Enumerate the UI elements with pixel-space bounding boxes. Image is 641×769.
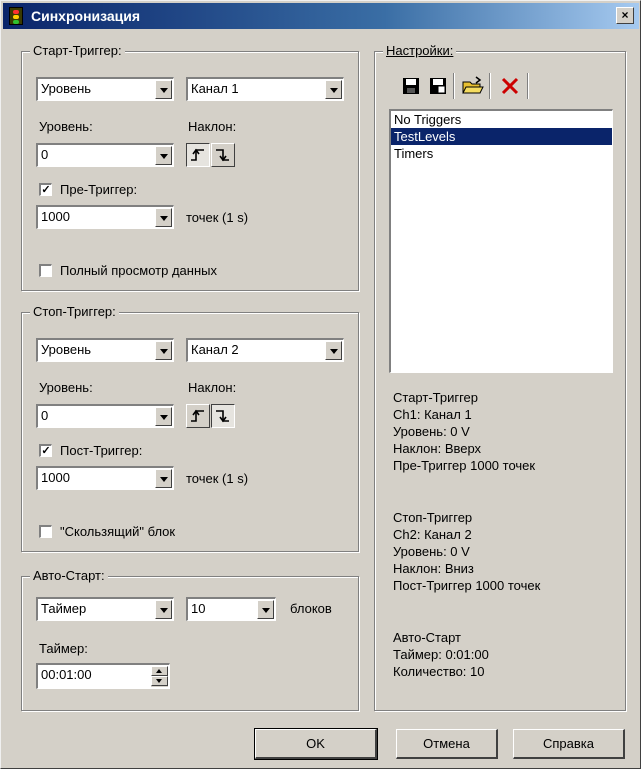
start-level-label: Уровень:: [39, 119, 93, 134]
blocks-count-select[interactable]: 10: [186, 597, 276, 621]
sync-dialog: Синхронизация × Старт-Триггер: Уровень К…: [0, 0, 641, 769]
stop-channel-select[interactable]: Канал 2: [186, 338, 344, 362]
chevron-down-icon[interactable]: [155, 407, 172, 426]
rising-edge-icon: [191, 409, 204, 422]
chevron-down-icon[interactable]: [155, 208, 172, 227]
close-icon: ×: [621, 8, 629, 22]
save-as-icon: [430, 78, 446, 94]
chevron-down-icon[interactable]: [325, 80, 342, 99]
timer-spinner[interactable]: [151, 666, 168, 687]
list-item-selected[interactable]: TestLevels: [391, 128, 612, 145]
ok-button[interactable]: OK: [254, 728, 378, 760]
chevron-down-icon[interactable]: [155, 469, 172, 488]
list-item[interactable]: Timers: [391, 145, 612, 162]
spin-up-icon[interactable]: [151, 666, 168, 676]
list-item[interactable]: No Triggers: [391, 111, 612, 128]
blocks-label: блоков: [290, 601, 332, 616]
stop-slope-label: Наклон:: [188, 380, 237, 395]
title-bar: Синхронизация ×: [3, 3, 639, 29]
start-mode-select[interactable]: Уровень: [36, 77, 174, 101]
stop-trigger-label: Стоп-Триггер:: [30, 304, 119, 319]
stop-mode-select[interactable]: Уровень: [36, 338, 174, 362]
summary-line: Таймер: 0:01:00: [393, 647, 489, 662]
summary-line: Наклон: Вверх: [393, 441, 482, 456]
auto-start-label: Авто-Старт:: [30, 568, 108, 583]
summary-line: Стоп-Триггер: [393, 510, 473, 525]
check-icon: ✓: [41, 445, 51, 457]
pre-trigger-points-select[interactable]: 1000: [36, 205, 174, 229]
chevron-down-icon[interactable]: [155, 146, 172, 165]
settings-list[interactable]: No Triggers TestLevels Timers: [389, 109, 613, 373]
auto-start-mode-select[interactable]: Таймер: [36, 597, 174, 621]
delete-button[interactable]: [497, 73, 523, 99]
post-trigger-points-select[interactable]: 1000: [36, 466, 174, 490]
toolbar-separator: [453, 73, 455, 99]
toolbar-separator: [489, 73, 491, 99]
pre-trigger-checkbox[interactable]: ✓: [39, 183, 52, 196]
settings-summary: Старт-Триггер Ch1: Канал 1 Уровень: 0 V …: [393, 389, 535, 474]
rising-edge-icon: [191, 148, 204, 161]
cancel-button[interactable]: Отмена: [396, 729, 498, 759]
summary-line: Пост-Триггер 1000 точек: [393, 578, 541, 593]
settings-summary: Стоп-Триггер Ch2: Канал 2 Уровень: 0 V Н…: [393, 509, 540, 594]
start-slope-down-button[interactable]: [211, 143, 235, 167]
start-trigger-group: Старт-Триггер: Уровень Канал 1 Уровень: …: [21, 43, 359, 291]
summary-line: Уровень: 0 V: [393, 544, 470, 559]
full-view-checkbox[interactable]: [39, 264, 52, 277]
summary-line: Авто-Старт: [393, 630, 461, 645]
chevron-down-icon[interactable]: [325, 341, 342, 360]
delete-icon: [501, 77, 519, 95]
pre-trigger-label: Пре-Триггер:: [60, 182, 138, 197]
auto-start-group: Авто-Старт: Таймер 10 блоков Таймер: 00:…: [21, 568, 359, 711]
chevron-down-icon[interactable]: [155, 341, 172, 360]
check-icon: ✓: [41, 184, 51, 196]
window-title: Синхронизация: [31, 8, 141, 24]
summary-line: Ch2: Канал 2: [393, 527, 472, 542]
post-trigger-label: Пост-Триггер:: [60, 443, 143, 458]
chevron-down-icon[interactable]: [155, 600, 172, 619]
falling-edge-icon: [216, 149, 229, 162]
falling-edge-icon: [216, 410, 229, 423]
close-button[interactable]: ×: [616, 7, 634, 24]
save-icon: [403, 78, 419, 94]
summary-line: Ch1: Канал 1: [393, 407, 472, 422]
traffic-light-icon: [9, 7, 23, 25]
summary-line: Старт-Триггер: [393, 390, 479, 405]
start-level-select[interactable]: 0: [36, 143, 174, 167]
open-folder-icon: [462, 76, 484, 94]
timer-input[interactable]: 00:01:00: [36, 663, 170, 689]
sliding-block-label: "Скользящий" блок: [60, 524, 176, 539]
start-channel-select[interactable]: Канал 1: [186, 77, 344, 101]
stop-slope-down-button[interactable]: [211, 404, 235, 428]
summary-line: Количество: 10: [393, 664, 485, 679]
settings-summary: Авто-Старт Таймер: 0:01:00 Количество: 1…: [393, 629, 489, 680]
stop-level-label: Уровень:: [39, 380, 93, 395]
chevron-down-icon[interactable]: [257, 600, 274, 619]
post-trigger-checkbox[interactable]: ✓: [39, 444, 52, 457]
help-button[interactable]: Справка: [513, 729, 625, 759]
settings-label: Настройки:: [383, 43, 457, 58]
timer-label: Таймер:: [39, 641, 88, 656]
post-trigger-unit: точек (1 s): [186, 471, 249, 486]
toolbar-separator: [527, 73, 529, 99]
stop-trigger-group: Стоп-Триггер: Уровень Канал 2 Уровень: Н…: [21, 304, 359, 552]
start-slope-label: Наклон:: [188, 119, 237, 134]
summary-line: Пре-Триггер 1000 точек: [393, 458, 536, 473]
stop-level-select[interactable]: 0: [36, 404, 174, 428]
sliding-block-checkbox[interactable]: [39, 525, 52, 538]
open-button[interactable]: [459, 73, 485, 99]
chevron-down-icon[interactable]: [155, 80, 172, 99]
spin-down-icon[interactable]: [151, 676, 168, 686]
stop-slope-up-button[interactable]: [186, 404, 210, 428]
start-trigger-label: Старт-Триггер:: [30, 43, 125, 58]
summary-line: Уровень: 0 V: [393, 424, 470, 439]
save-button[interactable]: [398, 73, 424, 99]
pre-trigger-unit: точек (1 s): [186, 210, 249, 225]
save-as-button[interactable]: [425, 73, 451, 99]
summary-line: Наклон: Вниз: [393, 561, 474, 576]
full-view-label: Полный просмотр данных: [60, 263, 217, 278]
start-slope-up-button[interactable]: [186, 143, 210, 167]
